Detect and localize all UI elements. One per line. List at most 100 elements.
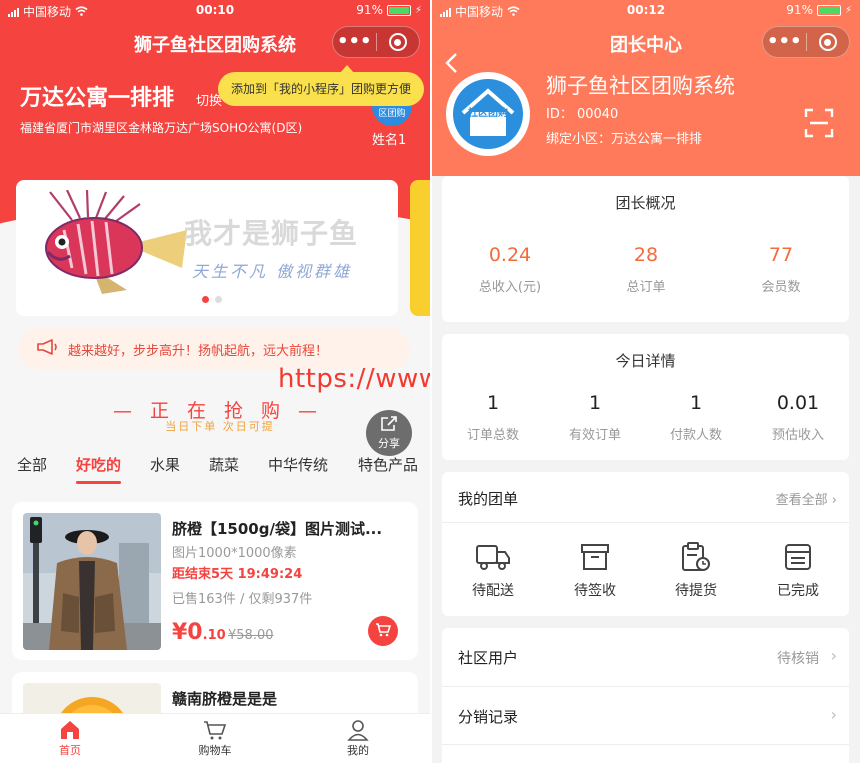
delivery-truck-icon (442, 540, 544, 574)
target-icon (818, 33, 837, 51)
product-original-price: ¥58.00 (228, 628, 274, 643)
order-status-completed[interactable]: 已完成 (747, 540, 849, 600)
share-label: 分享 (378, 436, 400, 450)
chevron-right-icon: › (830, 646, 837, 665)
scan-button[interactable] (804, 108, 834, 142)
stat-total-income[interactable]: 0.24 总收入(元) (442, 244, 578, 295)
mini-program-capsule: ••• (332, 26, 420, 58)
stat-label: 总订单 (626, 280, 666, 295)
tab-specialty[interactable]: 特色产品 (358, 454, 418, 475)
stat-value: 0.24 (488, 244, 532, 266)
bound-community: 绑定小区：万达公寓一排排 (546, 132, 703, 147)
bottom-tab-bar: 首页 购物车 我的 (0, 713, 430, 763)
stat-total-orders[interactable]: 28 总订单 (578, 244, 714, 295)
order-status-label: 待配送 (472, 583, 514, 599)
add-to-my-programs-tooltip[interactable]: 添加到「我的小程序」团购更方便 (218, 65, 424, 106)
row-label: 社区用户 (458, 649, 519, 667)
order-status-to-sign[interactable]: 待签收 (544, 540, 646, 600)
order-status-label: 待签收 (574, 583, 616, 599)
battery-percent: 91% (356, 3, 383, 17)
tab-cart[interactable]: 购物车 (175, 718, 255, 758)
price-decimal: .10 (202, 628, 226, 643)
stat-value: 1 (486, 392, 500, 414)
order-status-label: 已完成 (777, 583, 819, 599)
tab-fruit[interactable]: 水果 (150, 454, 180, 475)
battery-percent: 91% (786, 3, 813, 17)
user-icon (318, 718, 398, 742)
my-orders-title: 我的团单 (458, 490, 519, 508)
package-box-icon (544, 540, 646, 574)
tab-home-label: 首页 (59, 744, 81, 757)
promo-banner[interactable]: 我才是狮子鱼 天生不凡 傲视群雄 (16, 180, 398, 316)
product-card[interactable]: 脐橙【1500g/袋】图片测试... 图片1000*1000像素 距结束5天 1… (12, 502, 418, 660)
notice-text: 越来越好，步步高升！扬帆起航，远大前程！ (68, 343, 329, 359)
system-name: 狮子鱼社区团购系统 (546, 74, 735, 98)
tab-all[interactable]: 全部 (17, 454, 47, 475)
flash-sale-subtitle: 当日下单 次日可提 (165, 420, 275, 433)
status-bar: 中国移动 00:12 91% ⚡ (432, 0, 860, 22)
product-countdown: 距结束5天 19:49:24 (172, 567, 303, 582)
product-image (23, 513, 161, 650)
view-all-orders-link[interactable]: 查看全部 › (776, 489, 837, 508)
stat-order-count: 1 订单总数 (442, 392, 544, 443)
home-screen: 中国移动 00:10 91% ⚡ 狮子鱼社区团购系统 ••• 万达公寓一排排 切… (0, 0, 430, 763)
row-label: 分销记录 (458, 708, 519, 726)
tab-mine[interactable]: 我的 (318, 718, 398, 758)
stat-members[interactable]: 77 会员数 (713, 244, 849, 295)
share-icon (380, 415, 398, 435)
close-mini-program-button[interactable] (807, 33, 850, 51)
order-status-to-pickup[interactable]: 待提货 (645, 540, 747, 600)
order-status-label: 待提货 (675, 583, 717, 599)
watermark-text: https://www.ku668.cn (278, 364, 430, 394)
next-row-partial (442, 744, 849, 763)
add-to-cart-button[interactable] (368, 616, 398, 646)
view-all-label: 查看全部 (775, 493, 828, 508)
stat-label: 总收入(元) (478, 280, 542, 295)
battery-icon (386, 4, 411, 16)
home-icon (30, 718, 110, 742)
leader-name: 姓名1 (372, 133, 407, 148)
tab-tasty[interactable]: 好吃的 (76, 454, 122, 484)
order-status-to-deliver[interactable]: 待配送 (442, 540, 544, 600)
lionfish-image (32, 189, 192, 304)
more-menu-button[interactable]: ••• (333, 28, 376, 56)
pagination-dot (215, 296, 222, 303)
more-menu-button[interactable]: ••• (763, 28, 806, 56)
cart-icon (375, 622, 392, 641)
leader-center-screen: 中国移动 00:12 91% ⚡ 团长中心 ••• 社区团购 狮子鱼社区团购系统… (432, 0, 860, 763)
product-name: 脐橙【1500g/袋】图片测试... (172, 520, 383, 538)
pagination-dot (202, 296, 209, 303)
tab-chinese-traditional[interactable]: 中华传统 (268, 454, 328, 475)
logo-text: 社区团购 (468, 108, 508, 119)
community-address: 福建省厦门市湖里区金林路万达广场SOHO公寓(D区) (20, 121, 303, 135)
user-id: ID： 00040 (546, 107, 619, 122)
stat-label: 预估收入 (771, 428, 824, 443)
stat-value: 0.01 (776, 392, 820, 414)
scan-icon (804, 108, 834, 142)
stat-label: 会员数 (761, 280, 801, 295)
leader-overview-panel: 团长概况 0.24 总收入(元) 28 总订单 77 会员数 (442, 176, 849, 322)
product-description: 图片1000*1000像素 (172, 546, 297, 561)
stat-value: 1 (588, 392, 602, 414)
stat-payers: 1 付款人数 (645, 392, 747, 443)
close-mini-program-button[interactable] (377, 33, 420, 51)
today-title: 今日详情 (615, 352, 676, 370)
community-users-row[interactable]: 社区用户 待核销 › (442, 628, 849, 686)
target-icon (388, 33, 407, 51)
tab-mine-label: 我的 (347, 744, 369, 757)
tab-vegetables[interactable]: 蔬菜 (209, 454, 239, 475)
chevron-right-icon: › (830, 705, 837, 724)
flash-sale-heading: —正在抢购— 当日下单 次日可提 (0, 396, 430, 433)
today-details-panel: 今日详情 1 订单总数 1 有效订单 1 付款人数 0.01 预估收入 (442, 334, 849, 460)
tab-home[interactable]: 首页 (30, 718, 110, 758)
next-banner-peek (410, 180, 430, 316)
charging-icon: ⚡ (414, 4, 422, 16)
completed-list-icon (747, 540, 849, 574)
product-stock: 已售163件 / 仅剩937件 (172, 592, 313, 607)
distribution-records-row[interactable]: 分销记录 › (442, 686, 849, 744)
stat-estimated-income: 0.01 预估收入 (747, 392, 849, 443)
price-main: ¥0 (172, 620, 203, 645)
row-value: 待核销 (777, 651, 819, 667)
banner-headline: 我才是狮子鱼 (184, 217, 359, 250)
stat-valid-orders: 1 有效订单 (544, 392, 646, 443)
